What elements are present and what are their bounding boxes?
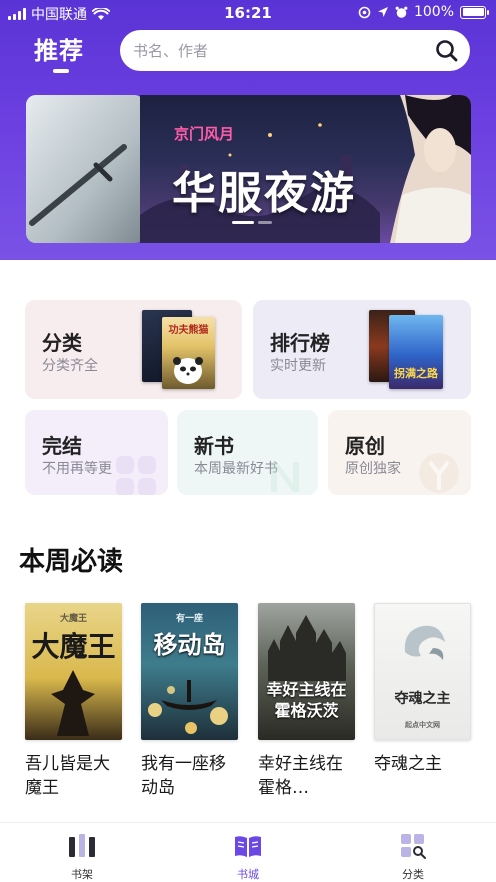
mini-cover-title: 拐满之路 [394,367,438,380]
book-cover-title: 大魔王 [31,630,116,663]
carousel-dots [232,221,272,224]
book-title: 吾儿皆是大魔王 [25,754,110,798]
header-hero: 中国联通 16:21 100% 推荐 书名、作者 京门风月 华服夜游 [0,0,496,260]
book-cover[interactable]: 幸好主线在霍格沃茨 [258,603,355,740]
book-cover[interactable]: 夺魂之主 起点中文网 [374,603,471,740]
card-subtitle: 实时更新 [270,358,326,374]
battery-icon [460,5,489,19]
book-title: 幸好主线在霍格… [258,754,343,798]
sword-illustration [26,95,144,243]
book-item[interactable]: 幸好主线在霍格沃茨 幸好主线在霍格… [258,603,355,800]
category-card-paihang[interactable]: 排行榜 实时更新 拐满之路 [253,300,471,399]
card-subtitle: 原创独家 [345,461,401,477]
tab-label: 分类 [402,868,424,881]
banner-brand: 京门风月 [174,125,235,143]
cover-ink-emblem [404,625,445,660]
search-bar[interactable]: 书名、作者 [120,30,470,71]
banner-main-slide[interactable]: 京门风月 华服夜游 [140,95,471,243]
bookshelf-icon [69,834,95,857]
mini-cover-front: 拐满之路 [389,315,443,389]
tab-recommend[interactable]: 推荐 [34,31,84,66]
mini-cover-title: 功夫熊猫 [168,325,209,336]
panda-icon [173,357,203,384]
cover-lanterns [148,680,228,734]
card-title: 排行榜 [270,331,330,355]
category-card-fenlei[interactable]: 分类 分类齐全 功夫熊猫 [25,300,242,399]
battery-percent: 100% [413,4,454,20]
card-subtitle: 分类齐全 [42,358,98,374]
tab-bookshelf[interactable]: 书架 [52,833,112,882]
new-watermark-icon [271,462,299,492]
location-icon [377,7,388,17]
banner-title: 华服夜游 [172,168,356,219]
card-title: 新书 [194,434,234,458]
tab-category[interactable]: 分类 [383,833,443,882]
clover-watermark-icon [116,456,156,495]
book-title: 我有一座移动岛 [141,754,226,798]
tab-label: 书城 [237,868,259,881]
book-item[interactable]: 有一座 移动岛 我有一座移动岛 [141,603,238,800]
cover-figure [51,670,95,736]
category-card-wanjie[interactable]: 完结 不用再等更 [25,410,168,495]
tab-bookstore[interactable]: 书城 [218,833,278,882]
book-cover-title: 移动岛 [153,630,226,659]
tab-label: 书架 [71,868,93,881]
book-item[interactable]: 夺魂之主 起点中文网 夺魂之主 [374,603,471,776]
card-title: 原创 [345,434,385,458]
bottom-tab-bar: 书架 书城 分类 [0,822,496,882]
cover-castle [268,615,346,681]
carousel-dot [258,221,272,224]
open-book-icon [235,836,261,857]
search-placeholder: 书名、作者 [133,42,209,60]
tab-indicator [53,69,69,73]
book-title: 夺魂之主 [374,754,442,774]
book-cover-publisher: 起点中文网 [405,720,440,729]
card-title: 分类 [42,331,82,355]
book-cover-title: 夺魂之主 [394,691,451,707]
book-cover[interactable]: 大魔王 大魔王 [25,603,122,740]
original-watermark-icon [419,453,459,493]
card-title: 完结 [42,434,82,458]
search-icon[interactable] [434,38,460,64]
book-cover-title: 幸好主线在霍格沃茨 [266,680,347,720]
screen-lock-icon [358,6,371,18]
carousel-dot-active [232,221,254,224]
book-item[interactable]: 大魔王 大魔王 吾儿皆是大魔王 [25,603,122,800]
book-cover-subtitle: 有一座 [175,614,203,624]
category-grid-icon [401,834,426,859]
status-bar: 中国联通 16:21 100% [0,0,496,26]
category-card-xinshu[interactable]: 新书 本周最新好书 [177,410,318,495]
book-cover-subtitle: 大魔王 [59,614,87,624]
card-subtitle: 不用再等更 [42,461,112,477]
alarm-icon [395,6,408,18]
category-card-yuanchuang[interactable]: 原创 原创独家 [328,410,471,495]
section-title-weekly: 本周必读 [19,547,124,577]
status-right: 100% [358,4,489,20]
banner-prev-slide[interactable] [26,95,144,243]
mini-cover-front: 功夫熊猫 [162,317,215,389]
book-cover[interactable]: 有一座 移动岛 [141,603,238,740]
